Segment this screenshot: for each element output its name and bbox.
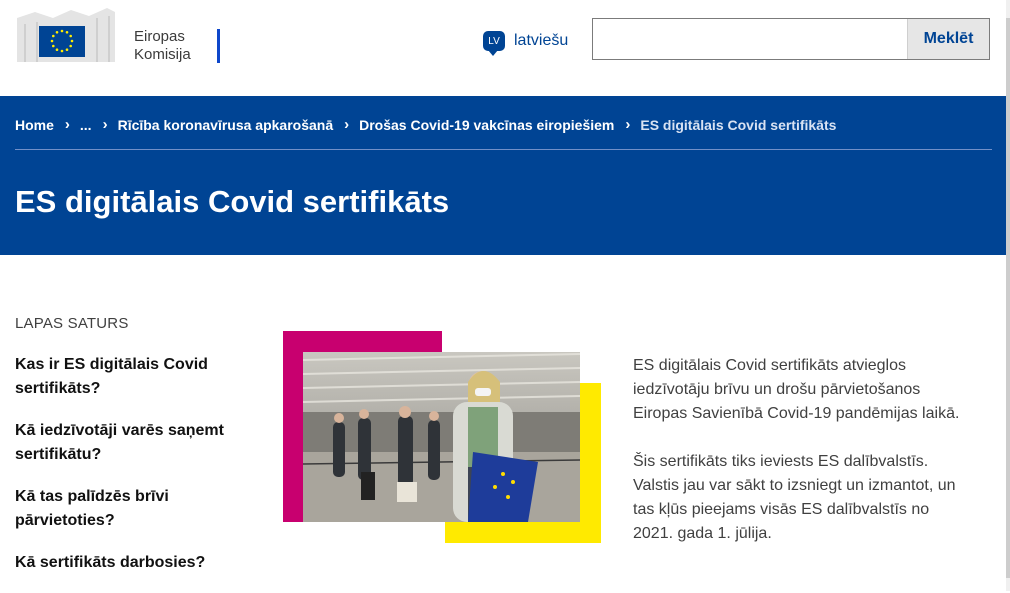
page-title: ES digitālais Covid sertifikāts (15, 184, 450, 219)
search-input[interactable] (593, 19, 907, 59)
logo-text: Eiropas Komisija (134, 28, 191, 64)
toc-item-what-is[interactable]: Kas ir ES digitālais Covid sertifikāts? (15, 353, 230, 401)
toc-item-free-movement[interactable]: Kā tas palīdzēs brīvi pārvietoties? (15, 485, 230, 533)
chevron-right-icon: › (344, 116, 350, 133)
eu-flag-icon (17, 8, 115, 62)
language-speech-bubble-icon: LV (483, 31, 505, 56)
vertical-scrollbar[interactable] (1006, 0, 1010, 591)
toc-item-how-it-works[interactable]: Kā sertifikāts darbosies? (15, 551, 230, 575)
intro-paragraph-1: ES digitālais Covid sertifikāts atvieglo… (633, 357, 960, 422)
language-selector[interactable]: LV latviešu (483, 29, 569, 56)
breadcrumb-item-home[interactable]: Home (15, 117, 54, 133)
search-form: Meklēt (592, 18, 990, 60)
chevron-right-icon: › (64, 116, 70, 133)
intro-text: ES digitālais Covid sertifikāts atvieglo… (633, 354, 973, 570)
breadcrumb-item-vaccines[interactable]: Drošas Covid-19 vakcīnas eiropiešiem (359, 117, 614, 133)
page-header-band: Home › ... › Rīcība koronavīrusa apkaroš… (0, 96, 1006, 255)
toc-item-how-to-get[interactable]: Kā iedzīvotāji varēs saņemt sertifikātu? (15, 419, 230, 467)
airport-traveller-photo (303, 352, 580, 522)
chevron-right-icon: › (102, 116, 108, 133)
logo-line-2: Komisija (134, 46, 191, 63)
toc-title: LAPAS SATURS (15, 315, 129, 332)
scrollbar-thumb[interactable] (1006, 18, 1010, 578)
toc-nav: Kas ir ES digitālais Covid sertifikāts? … (15, 353, 230, 593)
breadcrumb-item-current: ES digitālais Covid sertifikāts (640, 116, 837, 133)
language-code: LV (488, 35, 500, 47)
breadcrumb: Home › ... › Rīcība koronavīrusa apkaroš… (15, 116, 836, 133)
header-divider (15, 149, 992, 150)
logo-divider (217, 29, 220, 63)
chevron-right-icon: › (625, 116, 631, 133)
site-header: Eiropas Komisija LV latviešu Meklēt (0, 0, 1006, 96)
search-button[interactable]: Meklēt (907, 19, 989, 59)
intro-paragraph-2: Šis sertifikāts tiks ieviests ES dalībva… (633, 453, 956, 542)
hero-image (283, 331, 601, 543)
breadcrumb-item-ellipsis[interactable]: ... (80, 117, 92, 133)
logo-line-1: Eiropas (134, 28, 185, 45)
breadcrumb-item-coronavirus[interactable]: Rīcība koronavīrusa apkarošanā (118, 117, 334, 133)
language-label: latviešu (514, 32, 569, 49)
european-commission-logo[interactable]: Eiropas Komisija (15, 4, 220, 64)
